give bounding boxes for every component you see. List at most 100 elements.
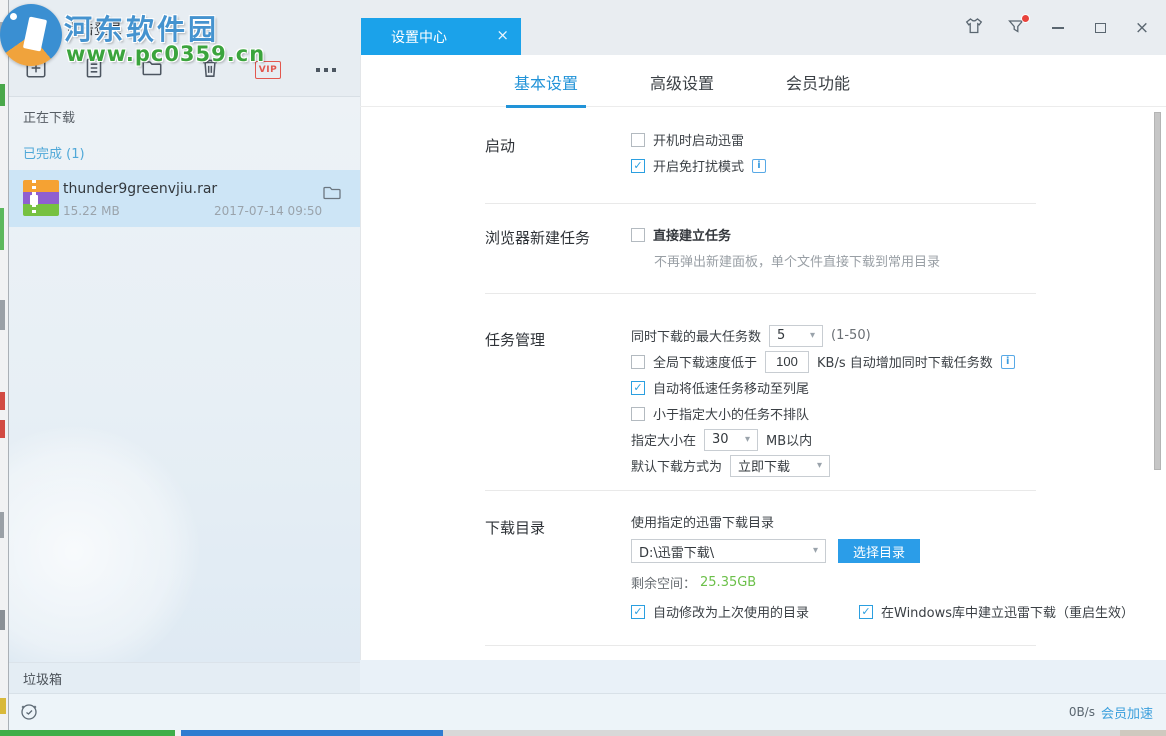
folder-icon — [140, 56, 164, 84]
checkbox-speed-rule[interactable] — [631, 355, 645, 369]
size-limit-prefix: 指定大小在 — [631, 430, 696, 449]
vip-icon: VIP — [255, 61, 281, 79]
max-tasks-range: (1-50) — [831, 328, 871, 343]
download-item-row[interactable]: thunder9greenvjiu.rar 15.22 MB 2017-07-1… — [9, 170, 360, 227]
task-list-button[interactable] — [81, 57, 107, 83]
maximize-icon — [1095, 23, 1106, 33]
free-space-label: 剩余空间： — [631, 573, 696, 592]
schedule-clock-icon[interactable] — [19, 702, 39, 726]
download-toolbar: VIP — [23, 57, 339, 83]
section-tasks-label: 任务管理 — [485, 329, 545, 350]
taskbar-item[interactable] — [1120, 730, 1166, 736]
speed-rule-prefix: 全局下载速度低于 — [653, 352, 757, 371]
rar-file-icon — [23, 180, 59, 216]
free-space-value: 25.35GB — [700, 575, 756, 590]
background-fragment — [0, 84, 5, 106]
checkbox-direct-task[interactable] — [631, 228, 645, 242]
move-slow-label: 自动将低速任务移动至列尾 — [653, 378, 809, 397]
more-button[interactable] — [313, 57, 339, 83]
direct-task-label: 直接建立任务 — [653, 225, 731, 244]
close-panel-icon[interactable]: × — [496, 18, 509, 55]
default-mode-prefix: 默认下载方式为 — [631, 456, 722, 475]
new-task-button[interactable] — [23, 57, 49, 83]
open-file-folder-icon[interactable] — [322, 184, 342, 205]
tab-basic-settings[interactable]: 基本设置 — [478, 63, 614, 107]
checkbox-move-slow[interactable]: ✓ — [631, 381, 645, 395]
section-divider — [485, 645, 1036, 646]
section-startup-label: 启动 — [485, 135, 515, 156]
checkbox-no-queue[interactable] — [631, 407, 645, 421]
thunder-app-window: 点击登录 — [8, 0, 1166, 730]
checkbox-dnd[interactable]: ✓ — [631, 159, 645, 173]
dnd-label: 开启免打扰模式 — [653, 156, 744, 175]
settings-tabs: 基本设置 高级设置 会员功能 — [360, 63, 1166, 107]
auto-modify-label: 自动修改为上次使用的目录 — [653, 602, 809, 621]
window-controls: × — [964, 18, 1152, 38]
change-skin-button[interactable] — [964, 18, 984, 38]
autostart-label: 开机时启动迅雷 — [653, 130, 744, 149]
max-tasks-dropdown[interactable]: 5 ▾ — [769, 325, 823, 347]
default-mode-dropdown[interactable]: 立即下载 ▾ — [730, 455, 830, 477]
taskbar-item[interactable] — [181, 730, 443, 736]
tab-member-features[interactable]: 会员功能 — [750, 63, 886, 107]
trash-icon — [198, 56, 222, 84]
vip-button[interactable]: VIP — [255, 57, 281, 83]
section-browser-label: 浏览器新建任务 — [485, 227, 590, 248]
left-panel-header: 点击登录 — [9, 0, 360, 97]
plus-square-icon — [24, 56, 48, 84]
taskbar-item[interactable] — [0, 730, 175, 736]
trash-bin-label: 垃圾箱 — [23, 669, 62, 688]
checkbox-autostart[interactable] — [631, 133, 645, 147]
size-limit-dropdown[interactable]: 30 ▾ — [704, 429, 758, 451]
close-icon: × — [1135, 20, 1149, 37]
close-window-button[interactable]: × — [1132, 18, 1152, 38]
maximize-button[interactable] — [1090, 18, 1110, 38]
minimize-button[interactable] — [1048, 18, 1068, 38]
info-icon[interactable]: i — [752, 159, 766, 173]
open-folder-button[interactable] — [139, 57, 165, 83]
settings-panel-tab[interactable]: 设置中心 × — [361, 18, 521, 55]
tab-advanced-settings[interactable]: 高级设置 — [614, 63, 750, 107]
download-list: 正在下载 已完成 (1) thunder9greenvjiu.rar 15.22… — [9, 97, 360, 662]
section-tasks: 同时下载的最大任务数 5 ▾ (1-50) 全局下载速度低于 KB/s 自动增加… — [631, 323, 1015, 479]
file-size: 15.22 MB — [63, 204, 120, 218]
speed-threshold-input[interactable] — [765, 351, 809, 373]
section-dir-label: 下载目录 — [485, 517, 545, 538]
max-tasks-label: 同时下载的最大任务数 — [631, 326, 761, 345]
background-fragment — [0, 392, 5, 410]
message-center-button[interactable] — [1006, 18, 1026, 38]
checkbox-auto-modify[interactable]: ✓ — [631, 605, 645, 619]
member-accelerate-link[interactable]: 会员加速 — [1101, 703, 1153, 722]
group-completed[interactable]: 已完成 (1) — [23, 143, 85, 162]
use-dir-title: 使用指定的迅雷下载目录 — [631, 512, 774, 531]
caret-down-icon: ▾ — [817, 461, 822, 471]
panel-left-divider — [360, 55, 361, 660]
section-divider — [485, 490, 1036, 491]
direct-task-note: 不再弹出新建面板，单个文件直接下载到常用目录 — [654, 251, 940, 270]
windows-taskbar[interactable] — [0, 730, 1166, 736]
document-list-icon — [82, 56, 106, 84]
settings-bottom-strip — [360, 660, 1166, 693]
background-desktop-sliver — [0, 0, 8, 736]
choose-directory-button[interactable]: 选择目录 — [838, 539, 920, 563]
section-divider — [485, 293, 1036, 294]
group-downloading[interactable]: 正在下载 — [23, 107, 75, 126]
minimize-icon — [1052, 27, 1064, 29]
settings-panel-title: 设置中心 — [391, 27, 447, 47]
ellipsis-icon — [316, 68, 336, 72]
section-dir: 使用指定的迅雷下载目录 D:\迅雷下载\ ▾ 选择目录 剩余空间： 25.35G… — [631, 510, 1166, 625]
caret-down-icon: ▾ — [813, 546, 818, 556]
background-fragment — [0, 512, 4, 538]
download-speed: 0B/s — [1069, 705, 1095, 719]
checkbox-win-library[interactable]: ✓ — [859, 605, 873, 619]
settings-scrollbar[interactable] — [1154, 112, 1161, 470]
section-divider — [485, 203, 1036, 204]
background-circle-art — [9, 427, 199, 662]
info-icon[interactable]: i — [1001, 355, 1015, 369]
login-link[interactable]: 点击登录 — [66, 19, 122, 39]
trash-bin-item[interactable]: 垃圾箱 — [9, 662, 360, 693]
delete-task-button[interactable] — [197, 57, 223, 83]
notification-badge — [1021, 14, 1030, 23]
size-limit-suffix: MB以内 — [766, 430, 812, 449]
download-path-dropdown[interactable]: D:\迅雷下载\ ▾ — [631, 539, 826, 563]
